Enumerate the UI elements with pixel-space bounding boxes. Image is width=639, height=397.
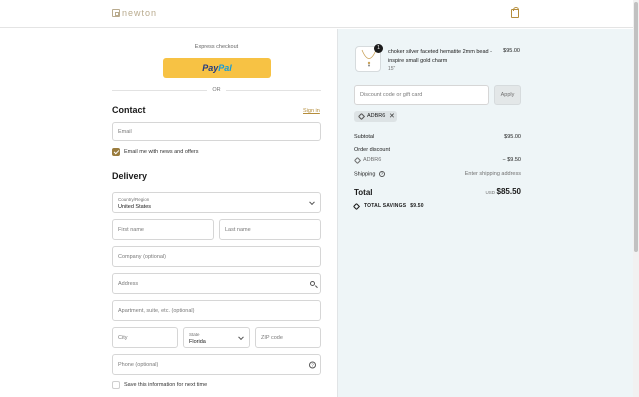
email-field[interactable]: Email <box>112 122 321 141</box>
discount-code-field[interactable]: Discount code or gift card <box>354 85 489 105</box>
order-discount-label: Order discount <box>354 147 391 153</box>
chevron-down-icon <box>238 333 244 340</box>
shipping-row: Shipping ? Enter shipping address <box>354 171 521 177</box>
delivery-heading: Delivery <box>112 171 148 181</box>
first-name-field[interactable]: First name <box>112 219 214 240</box>
discount-code-row: ADBR6 − $9.50 <box>353 156 521 165</box>
product-price: $95.00 <box>503 48 520 54</box>
order-summary-panel: 1 choker silver faceted hematite 2mm bea… <box>337 29 633 397</box>
total-value: $85.50 <box>496 187 521 196</box>
order-discount-row: Order discount <box>354 147 521 153</box>
page-scrollbar[interactable] <box>633 0 639 397</box>
country-label: Country/Region <box>118 197 150 202</box>
discount-code-text: ADBR6 <box>363 157 382 163</box>
state-label: State <box>189 332 200 337</box>
state-select[interactable]: State Florida <box>183 327 250 348</box>
scrollbar-thumb[interactable] <box>634 2 638 252</box>
or-divider: OR <box>112 86 321 94</box>
zip-field[interactable]: ZIP code <box>255 327 321 348</box>
or-text: OR <box>212 87 221 93</box>
company-placeholder: Company (optional) <box>118 253 166 260</box>
checkout-form-panel: Express checkout Pay Pal OR Contact Sign … <box>0 29 337 397</box>
contact-heading: Contact <box>112 105 146 115</box>
shipping-label: Shipping <box>354 171 376 178</box>
phone-placeholder: Phone (optional) <box>118 361 159 368</box>
search-icon <box>310 280 315 286</box>
total-label: Total <box>354 188 373 197</box>
last-name-field[interactable]: Last name <box>219 219 321 240</box>
company-field[interactable]: Company (optional) <box>112 246 321 267</box>
applied-discount-code: ADBR6 <box>367 113 386 119</box>
country-select[interactable]: Country/Region United States <box>112 192 321 213</box>
help-circle-icon[interactable]: ? <box>309 361 316 368</box>
zip-placeholder: ZIP code <box>261 334 283 341</box>
logo-text: newton <box>122 8 158 18</box>
address-placeholder: Address <box>118 280 139 287</box>
tag-icon <box>353 156 362 165</box>
email-placeholder: Email <box>118 128 132 135</box>
subtotal-value: $95.00 <box>504 134 521 140</box>
info-circle-icon[interactable]: ? <box>378 171 385 177</box>
apartment-field[interactable]: Apartment, suite, etc. (optional) <box>112 300 321 321</box>
country-value: United States <box>118 204 152 210</box>
logo-mark-icon <box>112 9 120 17</box>
phone-field[interactable]: Phone (optional) ? <box>112 354 321 375</box>
sign-in-link[interactable]: Sign in <box>303 108 320 114</box>
subtotal-label: Subtotal <box>354 134 375 140</box>
discount-code-placeholder: Discount code or gift card <box>360 92 423 98</box>
remove-discount-icon[interactable]: ✕ <box>389 112 395 120</box>
shopping-bag-icon[interactable] <box>511 7 519 18</box>
product-name: choker silver faceted hematite 2mm bead … <box>388 49 492 64</box>
state-value: Florida <box>189 339 206 345</box>
apartment-placeholder: Apartment, suite, etc. (optional) <box>118 307 195 314</box>
save-info-label: Save this information for next time <box>124 382 208 388</box>
news-offers-checkbox[interactable] <box>112 148 120 156</box>
tag-icon <box>357 112 366 121</box>
paypal-pal-text: Pal <box>218 63 232 73</box>
quantity-badge: 1 <box>374 44 383 53</box>
total-savings-value: $9.50 <box>410 203 424 209</box>
apply-discount-button[interactable]: Apply <box>494 85 521 105</box>
product-variant: 15" <box>388 66 396 72</box>
currency-code: USD <box>485 190 495 195</box>
save-info-checkbox[interactable] <box>112 381 120 389</box>
shipping-value: Enter shipping address <box>464 171 521 177</box>
tag-icon <box>352 202 361 211</box>
city-placeholder: City <box>118 334 128 341</box>
first-name-placeholder: First name <box>118 226 144 233</box>
chevron-down-icon <box>309 198 315 205</box>
total-savings-label: TOTAL SAVINGS <box>364 203 407 209</box>
paypal-pay-text: Pay <box>202 63 219 73</box>
express-checkout-title: Express checkout <box>194 44 239 50</box>
store-logo[interactable]: newton <box>112 8 157 18</box>
applied-discount-chip: ADBR6 ✕ <box>354 111 397 122</box>
subtotal-row: Subtotal $95.00 <box>354 134 521 140</box>
address-field[interactable]: Address <box>112 273 321 294</box>
total-row: Total USD $85.50 <box>354 187 521 200</box>
last-name-placeholder: Last name <box>225 226 251 233</box>
discount-amount: − $9.50 <box>502 157 521 163</box>
site-header: newton <box>0 0 633 28</box>
paypal-button[interactable]: Pay Pal <box>163 58 271 78</box>
city-field[interactable]: City <box>112 327 178 348</box>
news-offers-label: Email me with news and offers <box>124 149 199 155</box>
